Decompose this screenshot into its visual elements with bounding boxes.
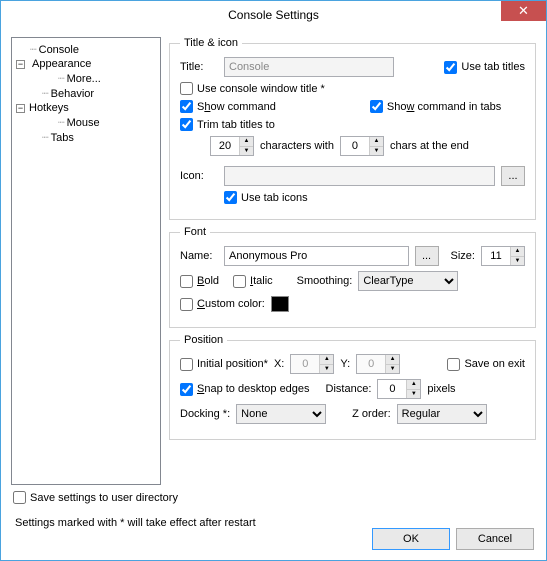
titlebar: Console Settings ✕ — [1, 1, 546, 29]
use-tab-icons-checkbox[interactable]: Use tab icons — [224, 191, 308, 204]
position-group: Position Initial position* X: ▲▼ Y: ▲▼ S… — [169, 334, 536, 440]
distance-spinner[interactable]: ▲▼ — [377, 379, 421, 399]
spin-down-icon[interactable]: ▼ — [510, 257, 524, 266]
close-icon: ✕ — [518, 3, 529, 19]
smoothing-label: Smoothing: — [297, 275, 353, 287]
x-label: X: — [274, 358, 284, 370]
tree-item-hotkeys[interactable]: −Hotkeys — [14, 101, 158, 115]
initial-position-checkbox[interactable]: Initial position* — [180, 358, 268, 371]
tree-item-more[interactable]: ┈More... — [14, 71, 158, 86]
ok-button[interactable]: OK — [372, 528, 450, 550]
x-spinner[interactable]: ▲▼ — [290, 354, 334, 374]
window-title: Console Settings — [228, 8, 319, 22]
spin-down-icon[interactable]: ▼ — [319, 365, 333, 374]
font-size-spinner[interactable]: ▲▼ — [481, 246, 525, 266]
title-label: Title: — [180, 61, 218, 73]
trim-tab-titles-checkbox[interactable]: Trim tab titles to — [180, 118, 275, 131]
zorder-select[interactable]: Regular — [397, 404, 487, 424]
distance-label: Distance: — [326, 383, 372, 395]
close-button[interactable]: ✕ — [501, 1, 546, 21]
spin-up-icon[interactable]: ▲ — [239, 137, 253, 147]
settings-tree[interactable]: ┈Console −Appearance ┈More... ┈Behavior … — [11, 37, 161, 485]
tree-item-console[interactable]: ┈Console — [14, 42, 158, 57]
spin-down-icon[interactable]: ▼ — [369, 147, 383, 156]
spin-up-icon[interactable]: ▲ — [369, 137, 383, 147]
custom-color-checkbox[interactable]: Custom color: — [180, 298, 265, 311]
use-console-window-title-checkbox[interactable]: Use console window title * — [180, 82, 325, 95]
font-name-input[interactable] — [224, 246, 409, 266]
docking-select[interactable]: None — [236, 404, 326, 424]
font-legend: Font — [180, 226, 210, 238]
title-input[interactable] — [224, 57, 394, 77]
spin-down-icon[interactable]: ▼ — [406, 390, 420, 399]
color-swatch[interactable] — [271, 296, 289, 312]
zorder-label: Z order: — [352, 408, 391, 420]
font-size-label: Size: — [451, 250, 475, 262]
docking-label: Docking *: — [180, 408, 230, 420]
tree-item-mouse[interactable]: ┈Mouse — [14, 115, 158, 130]
cancel-button[interactable]: Cancel — [456, 528, 534, 550]
collapse-icon[interactable]: − — [16, 60, 25, 69]
italic-checkbox[interactable]: Italic — [233, 275, 273, 288]
tree-item-behavior[interactable]: ┈Behavior — [14, 86, 158, 101]
snap-checkbox[interactable]: Snap to desktop edges — [180, 383, 310, 396]
tree-item-tabs[interactable]: ┈Tabs — [14, 130, 158, 145]
end-chars-spinner[interactable]: ▲▼ — [340, 136, 384, 156]
spin-up-icon[interactable]: ▲ — [510, 247, 524, 257]
spin-down-icon[interactable]: ▼ — [385, 365, 399, 374]
show-command-checkbox[interactable]: Show command — [180, 100, 276, 113]
icon-label: Icon: — [180, 170, 218, 182]
browse-font-button[interactable]: ... — [415, 246, 439, 266]
spin-down-icon[interactable]: ▼ — [239, 147, 253, 156]
position-legend: Position — [180, 334, 227, 346]
spin-up-icon[interactable]: ▲ — [319, 355, 333, 365]
browse-icon-button[interactable]: ... — [501, 166, 525, 186]
tree-item-appearance[interactable]: −Appearance — [14, 57, 158, 71]
font-group: Font Name: ... Size: ▲▼ Bold Italic Smoo… — [169, 226, 536, 328]
icon-input[interactable] — [224, 166, 495, 186]
collapse-icon[interactable]: − — [16, 104, 25, 113]
font-name-label: Name: — [180, 250, 218, 262]
y-spinner[interactable]: ▲▼ — [356, 354, 400, 374]
save-to-user-dir-checkbox[interactable]: Save settings to user directory — [13, 491, 178, 504]
smoothing-select[interactable]: ClearType — [358, 271, 458, 291]
spin-up-icon[interactable]: ▲ — [385, 355, 399, 365]
bold-checkbox[interactable]: Bold — [180, 275, 219, 288]
use-tab-titles-checkbox[interactable]: Use tab titles — [444, 61, 525, 74]
tree-connector: ┈ — [30, 44, 37, 56]
trim-chars-spinner[interactable]: ▲▼ — [210, 136, 254, 156]
y-label: Y: — [340, 358, 350, 370]
show-command-in-tabs-checkbox[interactable]: Show command in tabs — [370, 100, 501, 113]
title-icon-legend: Title & icon — [180, 37, 242, 49]
save-on-exit-checkbox[interactable]: Save on exit — [447, 358, 525, 371]
title-icon-group: Title & icon Title: Use tab titles Use c… — [169, 37, 536, 220]
spin-up-icon[interactable]: ▲ — [406, 380, 420, 390]
